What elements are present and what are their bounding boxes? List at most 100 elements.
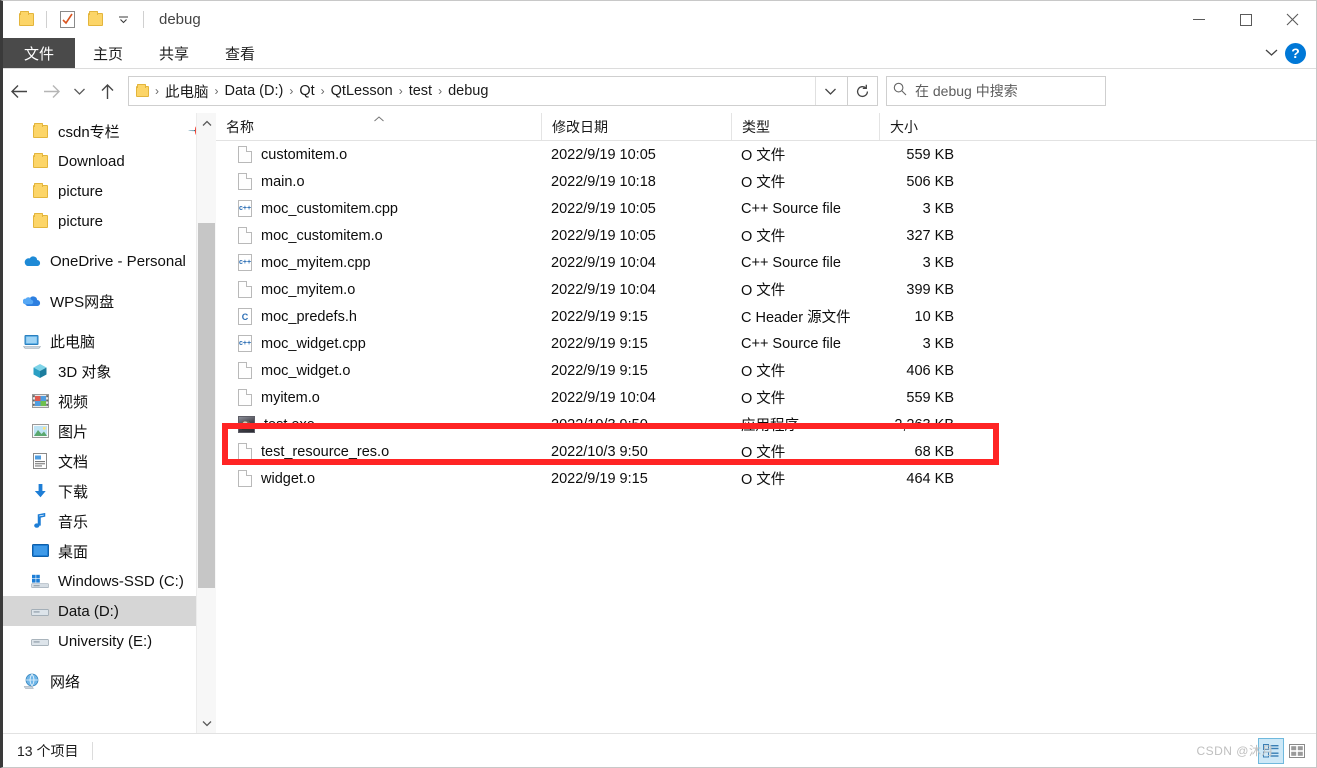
sidebar-item-downloads[interactable]: 下载	[3, 476, 216, 506]
sidebar-item-music[interactable]: 音乐	[3, 506, 216, 536]
file-size-cell: 399 KB	[879, 282, 984, 298]
file-name: moc_widget.o	[261, 363, 350, 379]
recent-locations-button[interactable]	[67, 75, 91, 107]
sidebar-item-csdn[interactable]: csdn专栏 📌	[3, 116, 216, 146]
sidebar-item-label: 音乐	[58, 511, 88, 532]
forward-button[interactable]	[35, 75, 67, 107]
sidebar-item-windows-ssd-c[interactable]: Windows-SSD (C:)	[3, 566, 216, 596]
collapse-ribbon-icon[interactable]	[1264, 44, 1279, 62]
sidebar-item-network[interactable]: 网络	[3, 666, 216, 696]
scroll-down-icon[interactable]	[197, 713, 216, 733]
tab-file[interactable]: 文件	[3, 38, 75, 68]
sidebar-item-onedrive[interactable]: OneDrive - Personal	[3, 246, 216, 276]
file-size-cell: 3 KB	[879, 336, 984, 352]
navigation-scrollbar[interactable]	[196, 113, 216, 733]
search-box[interactable]: 在 debug 中搜索	[886, 76, 1106, 106]
sidebar-item-picture-1[interactable]: picture	[3, 176, 216, 206]
cpp-file-icon: c++	[238, 335, 252, 352]
column-header-date-modified[interactable]: 修改日期	[541, 113, 731, 140]
breadcrumb-root-icon[interactable]	[131, 84, 154, 99]
table-row[interactable]: c++ moc_myitem.cpp 2022/9/19 10:04 C++ S…	[216, 249, 1316, 276]
properties-icon[interactable]	[54, 7, 80, 33]
table-row[interactable]: test_resource_res.o 2022/10/3 9:50 O 文件 …	[216, 438, 1316, 465]
breadcrumb-item-3[interactable]: QtLesson	[326, 81, 398, 101]
file-name-cell: customitem.o	[216, 146, 541, 163]
sidebar-item-documents[interactable]: 文档	[3, 446, 216, 476]
tab-view[interactable]: 查看	[207, 38, 273, 68]
table-row[interactable]: c++ moc_customitem.cpp 2022/9/19 10:05 C…	[216, 195, 1316, 222]
item-count: 13 个项目	[3, 741, 78, 761]
file-date-cell: 2022/9/19 10:04	[541, 282, 731, 298]
file-type-cell: C++ Source file	[731, 201, 879, 217]
table-row[interactable]: moc_widget.o 2022/9/19 9:15 O 文件 406 KB	[216, 357, 1316, 384]
minimize-button[interactable]	[1175, 1, 1222, 38]
column-label: 名称	[226, 117, 254, 137]
address-bar[interactable]: › 此电脑 › Data (D:) › Qt › QtLesson › test…	[128, 76, 848, 106]
back-button[interactable]	[3, 75, 35, 107]
explorer-body: csdn专栏 📌 Download picture picture	[3, 113, 1316, 733]
column-header-size[interactable]: 大小	[879, 113, 984, 140]
table-row[interactable]: moc_customitem.o 2022/9/19 10:05 O 文件 32…	[216, 222, 1316, 249]
sidebar-item-download[interactable]: Download	[3, 146, 216, 176]
up-button[interactable]	[91, 75, 123, 107]
sidebar-item-this-pc[interactable]: 此电脑	[3, 326, 216, 356]
new-folder-icon[interactable]	[82, 7, 108, 33]
customize-dropdown-icon[interactable]	[110, 7, 136, 33]
tab-home[interactable]: 主页	[75, 38, 141, 68]
table-row[interactable]: C moc_predefs.h 2022/9/19 9:15 C Header …	[216, 303, 1316, 330]
sidebar-item-3d-objects[interactable]: 3D 对象	[3, 356, 216, 386]
scrollbar-thumb[interactable]	[198, 223, 215, 588]
column-header-type[interactable]: 类型	[731, 113, 879, 140]
status-bar: 13 个项目 CSDN @沐月	[3, 733, 1316, 767]
group-spacer	[3, 236, 216, 246]
search-input[interactable]: 在 debug 中搜索	[915, 81, 1018, 101]
sidebar-item-desktop[interactable]: 桌面	[3, 536, 216, 566]
file-date-cell: 2022/9/19 10:05	[541, 147, 731, 163]
watermark-text: CSDN @沐月	[1196, 742, 1274, 759]
table-row[interactable]: myitem.o 2022/9/19 10:04 O 文件 559 KB	[216, 384, 1316, 411]
sidebar-item-university-e[interactable]: University (E:)	[3, 626, 216, 656]
column-header-name[interactable]: 名称	[216, 113, 541, 140]
table-row[interactable]: main.o 2022/9/19 10:18 O 文件 506 KB	[216, 168, 1316, 195]
table-row-test-exe[interactable]: test.exe 2022/10/3 9:50 应用程序 2,263 KB	[216, 411, 1316, 438]
tab-share[interactable]: 共享	[141, 38, 207, 68]
address-toolbar: › 此电脑 › Data (D:) › Qt › QtLesson › test…	[3, 69, 1316, 113]
folder-icon[interactable]	[13, 7, 39, 33]
refresh-button[interactable]	[848, 76, 878, 106]
file-name-cell: moc_customitem.o	[216, 227, 541, 244]
breadcrumb-item-2[interactable]: Qt	[294, 81, 319, 101]
scroll-up-icon[interactable]	[197, 113, 216, 133]
table-row[interactable]: widget.o 2022/9/19 9:15 O 文件 464 KB	[216, 465, 1316, 492]
table-row[interactable]: customitem.o 2022/9/19 10:05 O 文件 559 KB	[216, 141, 1316, 168]
file-name-cell: widget.o	[216, 470, 541, 487]
file-name-cell: myitem.o	[216, 389, 541, 406]
sidebar-item-wps-cloud[interactable]: WPS网盘	[3, 286, 216, 316]
file-name-cell: C moc_predefs.h	[216, 308, 541, 325]
file-name: moc_customitem.cpp	[261, 201, 398, 217]
sidebar-item-picture-2[interactable]: picture	[3, 206, 216, 236]
table-row[interactable]: moc_myitem.o 2022/9/19 10:04 O 文件 399 KB	[216, 276, 1316, 303]
sidebar-item-label: picture	[58, 183, 103, 200]
table-row[interactable]: c++ moc_widget.cpp 2022/9/19 9:15 C++ So…	[216, 330, 1316, 357]
file-type-cell: 应用程序	[731, 414, 879, 435]
close-button[interactable]	[1269, 1, 1316, 38]
breadcrumb-item-5[interactable]: debug	[443, 81, 493, 101]
sidebar-item-data-d[interactable]: Data (D:)	[3, 596, 216, 626]
downloads-icon	[31, 482, 49, 500]
help-button[interactable]: ?	[1285, 43, 1306, 64]
column-label: 修改日期	[552, 117, 608, 137]
breadcrumb-item-0[interactable]: 此电脑	[160, 79, 214, 104]
file-size-cell: 3 KB	[879, 255, 984, 271]
sidebar-item-videos[interactable]: 视频	[3, 386, 216, 416]
large-icons-view-button[interactable]	[1284, 738, 1310, 764]
file-size-cell: 68 KB	[879, 444, 984, 460]
documents-icon	[31, 452, 49, 470]
maximize-button[interactable]	[1222, 1, 1269, 38]
breadcrumb-item-1[interactable]: Data (D:)	[220, 81, 289, 101]
blank-file-icon	[238, 389, 252, 406]
address-dropdown-icon[interactable]	[815, 77, 845, 105]
sidebar-item-pictures[interactable]: 图片	[3, 416, 216, 446]
file-type-cell: O 文件	[731, 387, 879, 408]
breadcrumb-item-4[interactable]: test	[404, 81, 437, 101]
file-date-cell: 2022/9/19 10:04	[541, 255, 731, 271]
